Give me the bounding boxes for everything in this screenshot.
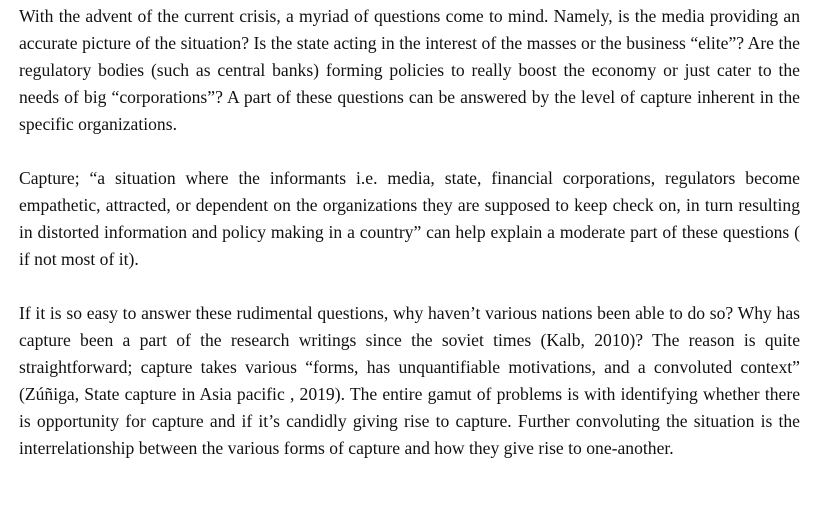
document-page: With the advent of the current crisis, a… bbox=[0, 0, 822, 518]
paragraph-capture-definition: Capture; “a situation where the informan… bbox=[19, 168, 800, 269]
paragraph-intro: With the advent of the current crisis, a… bbox=[19, 6, 800, 134]
paragraph-rudimental-questions: If it is so easy to answer these rudimen… bbox=[19, 303, 800, 458]
